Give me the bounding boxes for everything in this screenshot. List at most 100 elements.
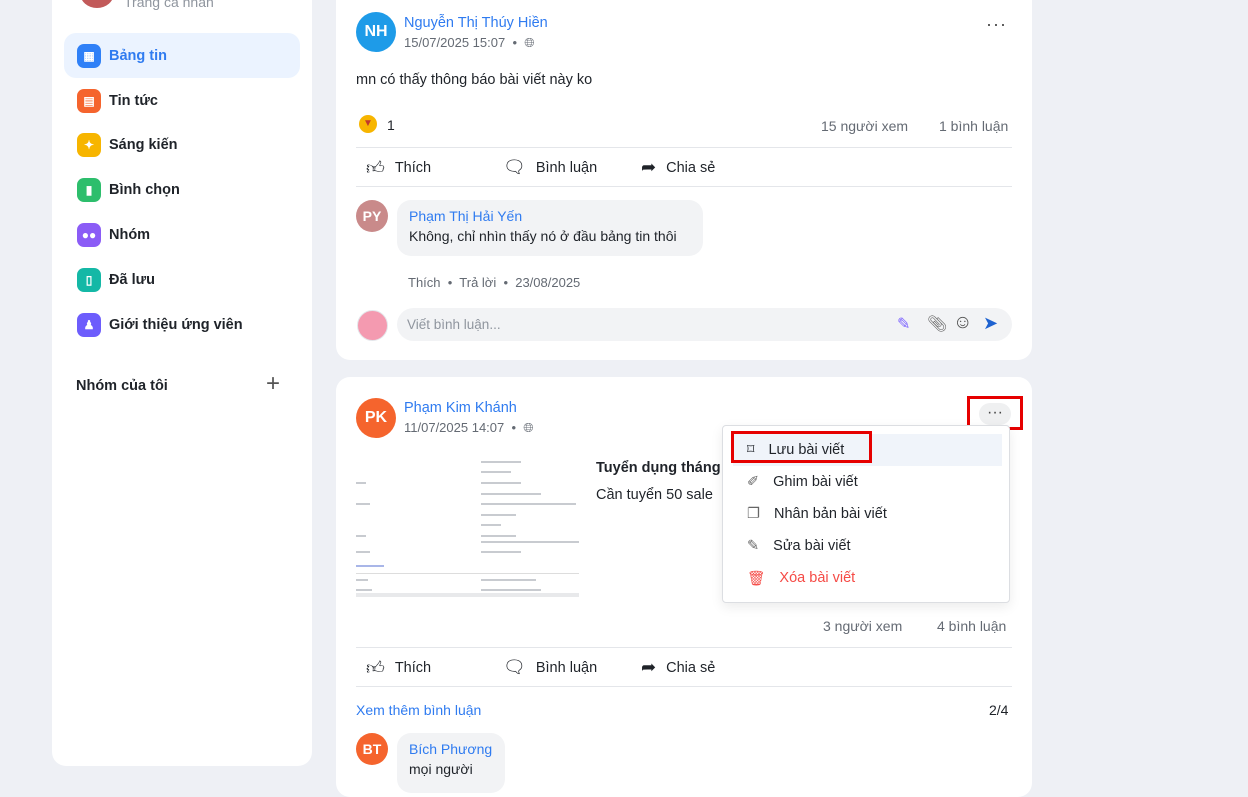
post-author[interactable]: Nguyễn Thị Thúy Hiền <box>404 15 548 31</box>
current-user-avatar <box>357 310 388 341</box>
menu-item-label: Nhân bản bài viết <box>774 506 887 522</box>
share-label: Chia sẻ <box>666 159 716 176</box>
news-icon: ▤ <box>77 88 101 113</box>
group-icon: ●● <box>77 222 101 247</box>
reaction-count[interactable]: 1 <box>387 117 395 133</box>
comment-icon: 🗨︎ <box>503 157 526 177</box>
highlight-box <box>731 431 872 463</box>
post-author[interactable]: Phạm Kim Khánh <box>404 400 517 416</box>
menu-item-delete-post[interactable]: 🗑︎ Xóa bài viết <box>733 562 1002 594</box>
sidebar-item-label: Bảng tin <box>109 47 167 64</box>
poll-icon: ▮ <box>77 177 101 202</box>
post-image[interactable] <box>356 455 579 597</box>
avatar[interactable]: NH <box>356 12 396 52</box>
newsfeed-icon: ▦ <box>77 43 101 68</box>
sidebar-item-initiatives[interactable]: ✦ Sáng kiến <box>64 122 300 167</box>
my-groups-heading: Nhóm của tôi <box>76 378 168 394</box>
sidebar-item-referral[interactable]: ♟ Giới thiệu ứng viên <box>64 302 300 347</box>
globe-icon: 🌐︎ <box>524 35 535 50</box>
sidebar-item-label: Bình chọn <box>109 181 180 198</box>
post-timestamp: 15/07/2025 15:07 <box>404 35 506 50</box>
comment-like-link[interactable]: Thích <box>408 275 441 290</box>
avatar[interactable]: PK <box>356 398 396 438</box>
profile-link[interactable]: Trang cá nhân <box>124 0 214 10</box>
share-icon: ➦ <box>641 657 657 677</box>
avatar[interactable]: PY <box>356 200 388 232</box>
comment-button[interactable]: 🗨︎ Bình luận <box>503 157 597 178</box>
avatar[interactable]: BT <box>356 733 388 765</box>
divider <box>356 186 1012 187</box>
comment-input[interactable]: Viết bình luận... ✎ 📎︎ ☺ ➤ <box>397 308 1012 341</box>
like-button[interactable]: 👍︎ Thích <box>366 157 431 179</box>
attachment-icon[interactable]: 📎︎ <box>927 314 947 334</box>
share-button[interactable]: ➦ Chia sẻ <box>641 657 715 678</box>
like-label: Thích <box>394 660 432 676</box>
post-content: Cần tuyển 50 sale <box>596 487 713 503</box>
comment-actions: Thích • Trả lời • 23/08/2025 <box>408 275 581 290</box>
comment-reply-link[interactable]: Trả lời <box>459 275 496 290</box>
send-icon[interactable]: ➤ <box>983 313 998 334</box>
sidebar-item-saved[interactable]: ▯ Đã lưu <box>64 257 300 302</box>
comment-count[interactable]: 4 bình luận <box>937 618 1006 634</box>
share-icon: ➦ <box>641 157 657 177</box>
menu-item-label: Ghim bài viết <box>773 474 858 490</box>
post-time: 11/07/2025 14:07 • 🌐︎ <box>404 420 534 435</box>
comment-author[interactable]: Phạm Thị Hải Yến <box>409 208 691 224</box>
post-card <box>336 0 1032 360</box>
sidebar-item-polls[interactable]: ▮ Bình chọn <box>64 167 300 212</box>
thumbs-up-icon: 👍︎ <box>366 658 385 678</box>
comment-bubble: Bích Phương mọi người <box>397 733 505 793</box>
menu-item-label: Sửa bài viết <box>773 538 851 554</box>
ai-magic-icon[interactable]: ✎ <box>897 314 910 334</box>
more-options-icon[interactable]: ··· <box>986 14 1007 35</box>
divider <box>356 686 1012 687</box>
comment-author[interactable]: Bích Phương <box>409 741 493 757</box>
edit-icon: ✎ <box>747 538 760 554</box>
sidebar-item-label: Tin tức <box>109 92 158 109</box>
globe-icon: 🌐︎ <box>523 420 534 435</box>
emoji-icon[interactable]: ☺ <box>953 312 972 334</box>
comment-date: 23/08/2025 <box>515 275 581 290</box>
share-button[interactable]: ➦ Chia sẻ <box>641 157 715 178</box>
post-time: 15/07/2025 15:07 • 🌐︎ <box>404 35 535 50</box>
menu-item-duplicate-post[interactable]: ❐ Nhân bản bài viết <box>733 498 1002 530</box>
comment-count[interactable]: 1 bình luận <box>939 118 1008 134</box>
comment-page-indicator: 2/4 <box>989 702 1009 718</box>
comment-label: Bình luận <box>535 659 598 676</box>
like-button[interactable]: 👍︎ Thích <box>366 657 431 679</box>
comment-button[interactable]: 🗨︎ Bình luận <box>503 657 597 678</box>
like-label: Thích <box>394 160 432 176</box>
comment-placeholder: Viết bình luận... <box>407 317 501 332</box>
add-group-icon[interactable]: + <box>266 370 280 398</box>
menu-item-pin-post[interactable]: ✐ Ghim bài viết <box>733 466 1002 498</box>
sidebar-item-label: Sáng kiến <box>109 136 178 153</box>
thumbs-up-icon: 👍︎ <box>366 158 385 178</box>
comment-text: mọi người <box>409 761 473 777</box>
bookmark-icon: ▯ <box>77 267 101 292</box>
sidebar-item-label: Giới thiệu ứng viên <box>109 316 243 333</box>
post-timestamp: 11/07/2025 14:07 <box>404 420 505 435</box>
duplicate-icon: ❐ <box>747 506 760 522</box>
sidebar-item-label: Nhóm <box>109 226 151 243</box>
post-content: mn có thấy thông báo bài viết này ko <box>356 72 593 88</box>
menu-item-label: Xóa bài viết <box>779 570 856 586</box>
menu-item-edit-post[interactable]: ✎ Sửa bài viết <box>733 530 1002 562</box>
comment-icon: 🗨︎ <box>503 657 526 677</box>
sidebar-item-label: Đã lưu <box>109 271 155 288</box>
view-count[interactable]: 3 người xem <box>823 618 902 634</box>
laugh-reaction-icon[interactable]: ▼ <box>359 115 377 133</box>
sidebar-item-newsfeed[interactable]: ▦ Bảng tin <box>64 33 300 78</box>
pin-icon: ✐ <box>747 474 760 490</box>
view-count[interactable]: 15 người xem <box>821 118 908 134</box>
trash-icon: 🗑︎ <box>747 570 766 587</box>
sidebar-item-groups[interactable]: ●● Nhóm <box>64 212 300 257</box>
post-title: Tuyển dụng tháng <box>596 460 721 476</box>
comment-label: Bình luận <box>535 159 598 176</box>
see-more-comments-link[interactable]: Xem thêm bình luận <box>356 702 481 718</box>
referral-icon: ♟ <box>77 312 101 337</box>
comment-text: Không, chỉ nhìn thấy nó ở đầu bảng tin t… <box>409 228 677 244</box>
sidebar-item-news[interactable]: ▤ Tin tức <box>64 78 300 123</box>
divider <box>356 647 1012 648</box>
divider <box>356 147 1012 148</box>
comment-bubble: Phạm Thị Hải Yến Không, chỉ nhìn thấy nó… <box>397 200 703 256</box>
